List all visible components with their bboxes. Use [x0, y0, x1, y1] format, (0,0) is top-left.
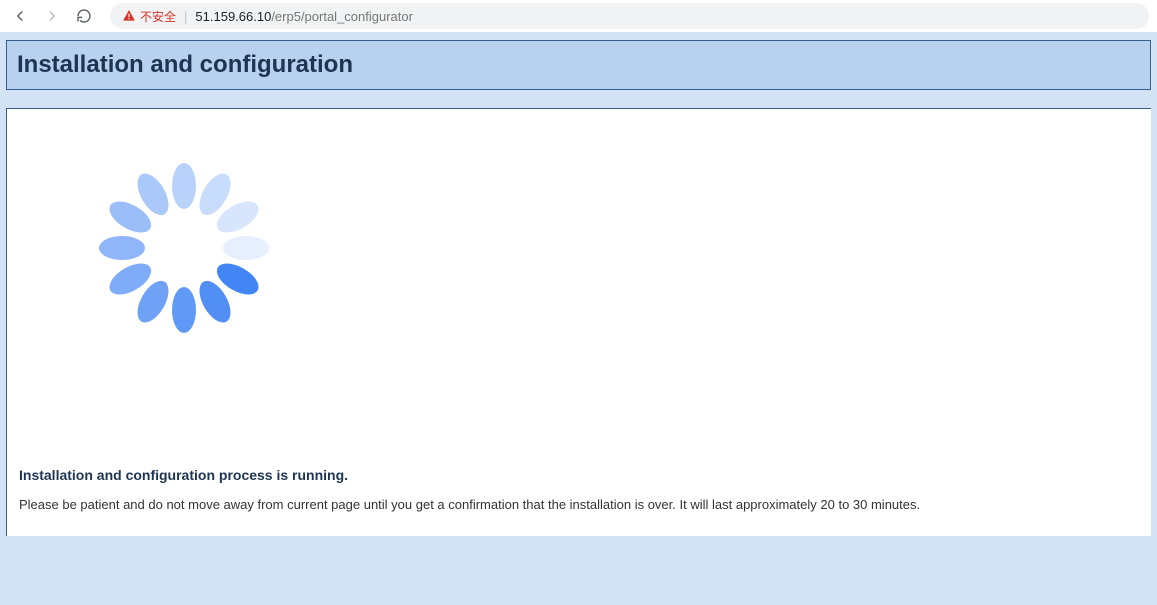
page-title: Installation and configuration	[17, 51, 1140, 79]
insecure-label: 不安全	[140, 8, 176, 25]
browser-toolbar: 不安全 | 51.159.66.10/erp5/portal_configura…	[0, 0, 1157, 32]
content-panel: Installation and configuration process i…	[6, 108, 1151, 536]
spinner-area	[19, 123, 1139, 467]
forward-button[interactable]	[40, 4, 64, 28]
address-bar[interactable]: 不安全 | 51.159.66.10/erp5/portal_configura…	[110, 3, 1149, 29]
loading-spinner-icon	[99, 163, 269, 333]
back-button[interactable]	[8, 4, 32, 28]
insecure-warning-icon: 不安全	[122, 8, 176, 25]
reload-button[interactable]	[72, 4, 96, 28]
info-text: Please be patient and do not move away f…	[19, 497, 1139, 512]
page-body: Installation and configuration Installat…	[0, 32, 1157, 536]
url-separator: |	[184, 9, 187, 24]
page-header: Installation and configuration	[6, 40, 1151, 90]
status-text: Installation and configuration process i…	[19, 467, 1139, 483]
url-text: 51.159.66.10/erp5/portal_configurator	[195, 9, 413, 24]
